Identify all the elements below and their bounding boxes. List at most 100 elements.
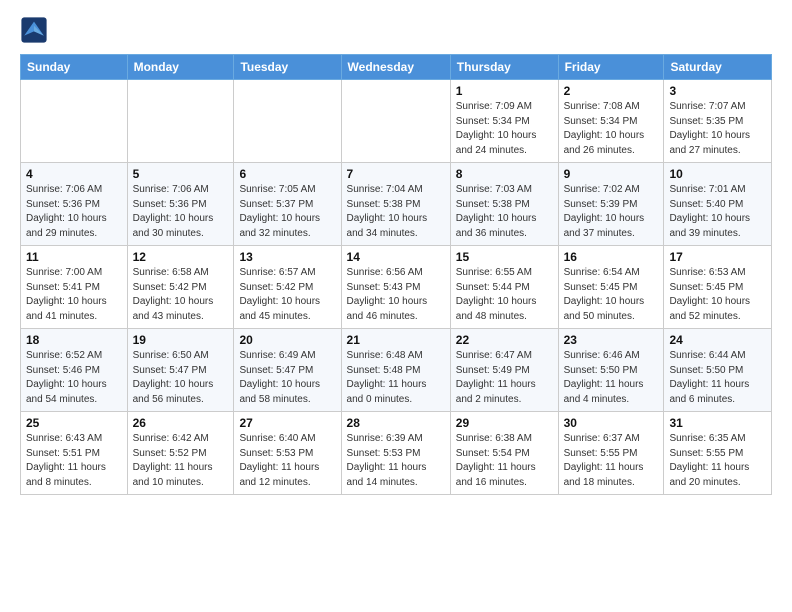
calendar-cell: 12Sunrise: 6:58 AM Sunset: 5:42 PM Dayli… [127,246,234,329]
day-number: 13 [239,250,335,264]
day-info: Sunrise: 6:35 AM Sunset: 5:55 PM Dayligh… [669,432,766,490]
day-number: 20 [239,333,335,347]
day-info: Sunrise: 6:49 AM Sunset: 5:47 PM Dayligh… [239,349,335,407]
calendar-cell: 6 Sunrise: 7:05 AM Sunset: 5:37 PM Daylig… [234,163,341,246]
week-row-3: 11 Sunrise: 7:00 AM Sunset: 5:41 PM Dayli… [21,246,772,329]
day-info: Sunrise: 6:55 AM Sunset: 5:44 PM Dayligh… [456,266,553,324]
calendar-cell: 13 Sunrise: 6:57 AM Sunset: 5:42 PM Dayli… [234,246,341,329]
weekday-wednesday: Wednesday [341,55,450,80]
day-number: 14 [347,250,445,264]
day-number: 15 [456,250,553,264]
day-info: Sunrise: 7:01 AM Sunset: 5:40 PM Dayligh… [669,183,766,241]
calendar-cell: 28 Sunrise: 6:39 AM Sunset: 5:53 PM Dayli… [341,412,450,495]
weekday-monday: Monday [127,55,234,80]
day-info: Sunrise: 6:37 AM Sunset: 5:55 PM Dayligh… [564,432,659,490]
day-info: Sunrise: 6:39 AM Sunset: 5:53 PM Dayligh… [347,432,445,490]
day-number: 1 [456,84,553,98]
calendar-cell: 30 Sunrise: 6:37 AM Sunset: 5:55 PM Dayli… [558,412,664,495]
day-info: Sunrise: 6:46 AM Sunset: 5:50 PM Dayligh… [564,349,659,407]
day-number: 5 [133,167,229,181]
day-info: Sunrise: 6:52 AM Sunset: 5:46 PM Dayligh… [26,349,122,407]
calendar-cell: 25 Sunrise: 6:43 AM Sunset: 5:51 PM Dayli… [21,412,128,495]
calendar-cell [127,80,234,163]
day-info: Sunrise: 6:50 AM Sunset: 5:47 PM Dayligh… [133,349,229,407]
day-info: Sunrise: 7:04 AM Sunset: 5:38 PM Dayligh… [347,183,445,241]
day-info: Sunrise: 6:38 AM Sunset: 5:54 PM Dayligh… [456,432,553,490]
day-number: 22 [456,333,553,347]
day-info: Sunrise: 6:44 AM Sunset: 5:50 PM Dayligh… [669,349,766,407]
day-info: Sunrise: 6:53 AM Sunset: 5:45 PM Dayligh… [669,266,766,324]
day-info: Sunrise: 6:43 AM Sunset: 5:51 PM Dayligh… [26,432,122,490]
calendar-cell: 23 Sunrise: 6:46 AM Sunset: 5:50 PM Dayli… [558,329,664,412]
calendar-cell: 31Sunrise: 6:35 AM Sunset: 5:55 PM Dayli… [664,412,772,495]
day-info: Sunrise: 6:40 AM Sunset: 5:53 PM Dayligh… [239,432,335,490]
day-number: 23 [564,333,659,347]
day-number: 16 [564,250,659,264]
calendar-cell: 11 Sunrise: 7:00 AM Sunset: 5:41 PM Dayli… [21,246,128,329]
day-info: Sunrise: 6:47 AM Sunset: 5:49 PM Dayligh… [456,349,553,407]
day-info: Sunrise: 7:09 AM Sunset: 5:34 PM Dayligh… [456,100,553,158]
day-number: 19 [133,333,229,347]
header [20,16,772,44]
calendar-cell: 21Sunrise: 6:48 AM Sunset: 5:48 PM Dayli… [341,329,450,412]
calendar-cell: 26Sunrise: 6:42 AM Sunset: 5:52 PM Dayli… [127,412,234,495]
day-info: Sunrise: 6:57 AM Sunset: 5:42 PM Dayligh… [239,266,335,324]
day-info: Sunrise: 7:02 AM Sunset: 5:39 PM Dayligh… [564,183,659,241]
calendar-cell: 29 Sunrise: 6:38 AM Sunset: 5:54 PM Dayli… [450,412,558,495]
day-number: 25 [26,416,122,430]
day-number: 28 [347,416,445,430]
day-info: Sunrise: 7:00 AM Sunset: 5:41 PM Dayligh… [26,266,122,324]
day-number: 18 [26,333,122,347]
day-info: Sunrise: 7:08 AM Sunset: 5:34 PM Dayligh… [564,100,659,158]
calendar-cell: 9 Sunrise: 7:02 AM Sunset: 5:39 PM Daylig… [558,163,664,246]
calendar-cell: 17 Sunrise: 6:53 AM Sunset: 5:45 PM Dayli… [664,246,772,329]
calendar-cell: 14 Sunrise: 6:56 AM Sunset: 5:43 PM Dayli… [341,246,450,329]
day-number: 29 [456,416,553,430]
day-number: 24 [669,333,766,347]
week-row-4: 18 Sunrise: 6:52 AM Sunset: 5:46 PM Dayli… [21,329,772,412]
day-info: Sunrise: 7:05 AM Sunset: 5:37 PM Dayligh… [239,183,335,241]
day-info: Sunrise: 6:56 AM Sunset: 5:43 PM Dayligh… [347,266,445,324]
day-number: 6 [239,167,335,181]
weekday-header-row: SundayMondayTuesdayWednesdayThursdayFrid… [21,55,772,80]
calendar-cell: 7Sunrise: 7:04 AM Sunset: 5:38 PM Daylig… [341,163,450,246]
calendar-cell: 24 Sunrise: 6:44 AM Sunset: 5:50 PM Dayli… [664,329,772,412]
day-number: 11 [26,250,122,264]
day-number: 8 [456,167,553,181]
calendar-cell [341,80,450,163]
calendar-cell: 1 Sunrise: 7:09 AM Sunset: 5:34 PM Daylig… [450,80,558,163]
day-info: Sunrise: 6:54 AM Sunset: 5:45 PM Dayligh… [564,266,659,324]
week-row-2: 4 Sunrise: 7:06 AM Sunset: 5:36 PM Daylig… [21,163,772,246]
day-number: 4 [26,167,122,181]
calendar-cell: 15 Sunrise: 6:55 AM Sunset: 5:44 PM Dayli… [450,246,558,329]
day-info: Sunrise: 6:42 AM Sunset: 5:52 PM Dayligh… [133,432,229,490]
day-number: 9 [564,167,659,181]
calendar-cell: 2Sunrise: 7:08 AM Sunset: 5:34 PM Daylig… [558,80,664,163]
calendar-cell: 10Sunrise: 7:01 AM Sunset: 5:40 PM Dayli… [664,163,772,246]
day-number: 17 [669,250,766,264]
day-info: Sunrise: 7:03 AM Sunset: 5:38 PM Dayligh… [456,183,553,241]
day-number: 3 [669,84,766,98]
day-info: Sunrise: 7:06 AM Sunset: 5:36 PM Dayligh… [26,183,122,241]
week-row-5: 25 Sunrise: 6:43 AM Sunset: 5:51 PM Dayli… [21,412,772,495]
calendar-table: SundayMondayTuesdayWednesdayThursdayFrid… [20,54,772,495]
day-info: Sunrise: 6:48 AM Sunset: 5:48 PM Dayligh… [347,349,445,407]
day-number: 27 [239,416,335,430]
calendar-cell: 4 Sunrise: 7:06 AM Sunset: 5:36 PM Daylig… [21,163,128,246]
calendar-cell: 5Sunrise: 7:06 AM Sunset: 5:36 PM Daylig… [127,163,234,246]
day-number: 30 [564,416,659,430]
week-row-1: 1 Sunrise: 7:09 AM Sunset: 5:34 PM Daylig… [21,80,772,163]
calendar-cell: 18 Sunrise: 6:52 AM Sunset: 5:46 PM Dayli… [21,329,128,412]
logo-icon [20,16,48,44]
calendar-cell: 16 Sunrise: 6:54 AM Sunset: 5:45 PM Dayli… [558,246,664,329]
calendar-cell: 22 Sunrise: 6:47 AM Sunset: 5:49 PM Dayli… [450,329,558,412]
day-info: Sunrise: 6:58 AM Sunset: 5:42 PM Dayligh… [133,266,229,324]
weekday-sunday: Sunday [21,55,128,80]
weekday-tuesday: Tuesday [234,55,341,80]
calendar-cell [234,80,341,163]
calendar-cell: 3Sunrise: 7:07 AM Sunset: 5:35 PM Daylig… [664,80,772,163]
page: SundayMondayTuesdayWednesdayThursdayFrid… [0,0,792,505]
weekday-saturday: Saturday [664,55,772,80]
calendar-cell: 19 Sunrise: 6:50 AM Sunset: 5:47 PM Dayli… [127,329,234,412]
weekday-friday: Friday [558,55,664,80]
